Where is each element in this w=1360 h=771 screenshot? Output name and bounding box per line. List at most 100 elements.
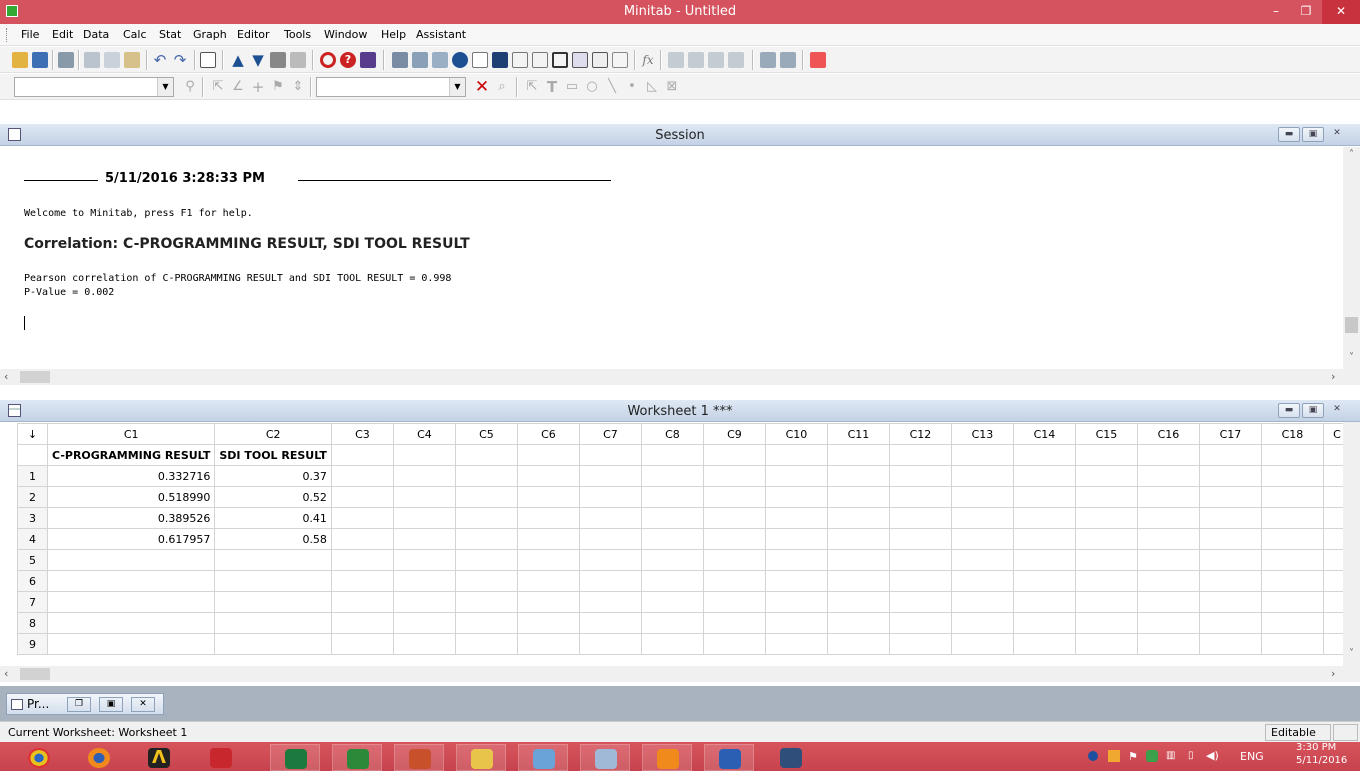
data-cell[interactable] xyxy=(1260,570,1324,592)
session-maximize-button[interactable]: ▣ xyxy=(1302,127,1324,142)
column-name-cell[interactable] xyxy=(826,444,890,466)
data-cell[interactable] xyxy=(950,612,1014,634)
battery-icon[interactable]: ▯ xyxy=(1188,750,1194,761)
column-name-cell[interactable] xyxy=(1136,444,1200,466)
menu-edit[interactable]: Edit xyxy=(52,28,73,41)
data-cell[interactable] xyxy=(1198,570,1262,592)
data-cell[interactable] xyxy=(764,633,828,655)
data-cell[interactable] xyxy=(578,549,642,571)
minimized-maximize-button[interactable]: ▣ xyxy=(99,697,123,712)
data-cell[interactable] xyxy=(826,633,890,655)
data-cell[interactable] xyxy=(1012,612,1076,634)
data-cell[interactable] xyxy=(950,633,1014,655)
data-cell[interactable] xyxy=(1136,486,1200,508)
data-cell[interactable] xyxy=(1012,549,1076,571)
data-cell[interactable] xyxy=(454,507,518,529)
data-cell-c2[interactable] xyxy=(214,633,332,655)
move-columns-icon[interactable] xyxy=(708,52,724,68)
data-cell[interactable] xyxy=(764,528,828,550)
paste-icon[interactable] xyxy=(124,52,140,68)
data-cell-c2[interactable]: 0.37 xyxy=(214,465,332,487)
data-cell[interactable] xyxy=(1198,486,1262,508)
data-cell[interactable] xyxy=(640,486,704,508)
data-cell-c2[interactable]: 0.41 xyxy=(214,507,332,529)
taskbar-project[interactable] xyxy=(766,744,816,771)
data-cell[interactable] xyxy=(826,612,890,634)
data-cell-c1[interactable] xyxy=(46,633,216,655)
data-cell[interactable] xyxy=(392,570,456,592)
data-cell[interactable] xyxy=(1012,465,1076,487)
data-cell[interactable] xyxy=(516,591,580,613)
data-cell[interactable] xyxy=(764,465,828,487)
data-cell-c1[interactable] xyxy=(46,549,216,571)
data-cell[interactable] xyxy=(1260,486,1324,508)
data-cell[interactable] xyxy=(330,633,394,655)
menu-tools[interactable]: Tools xyxy=(284,28,311,41)
column-name-cell[interactable] xyxy=(516,444,580,466)
taskbar-app[interactable]: Λ xyxy=(134,744,184,771)
data-cell[interactable] xyxy=(1260,612,1324,634)
taskbar-firefox[interactable] xyxy=(74,744,124,771)
data-cell[interactable] xyxy=(826,507,890,529)
close-x-icon[interactable]: ✕ xyxy=(474,79,490,96)
data-cell[interactable] xyxy=(1012,591,1076,613)
data-cell[interactable] xyxy=(578,465,642,487)
data-cell[interactable] xyxy=(516,486,580,508)
taskbar-word[interactable] xyxy=(704,744,754,771)
data-cell[interactable] xyxy=(454,633,518,655)
menu-file[interactable]: File xyxy=(21,28,39,41)
row-number[interactable]: 6 xyxy=(17,570,48,592)
data-cell[interactable] xyxy=(764,507,828,529)
network-icon[interactable]: ▥ xyxy=(1166,750,1175,761)
data-cell[interactable] xyxy=(454,528,518,550)
column-name-cell[interactable] xyxy=(330,444,394,466)
data-cell[interactable] xyxy=(392,507,456,529)
column-header[interactable]: C2 xyxy=(214,423,332,445)
worksheet-hscroll-thumb[interactable] xyxy=(20,668,50,680)
column-header[interactable]: C3 xyxy=(330,423,394,445)
data-cell[interactable] xyxy=(1012,486,1076,508)
menu-window[interactable]: Window xyxy=(324,28,367,41)
menu-data[interactable]: Data xyxy=(83,28,109,41)
column-header[interactable]: C18 xyxy=(1260,423,1324,445)
graph-window-icon[interactable] xyxy=(552,52,568,68)
data-cell[interactable] xyxy=(1074,591,1138,613)
close-button[interactable]: ✕ xyxy=(1322,0,1360,24)
data-cell[interactable] xyxy=(702,612,766,634)
taskbar-app2[interactable] xyxy=(518,744,568,771)
print-icon[interactable] xyxy=(58,52,74,68)
data-cell[interactable] xyxy=(1136,612,1200,634)
formula-icon[interactable]: fx xyxy=(640,52,656,68)
data-cell[interactable] xyxy=(888,486,952,508)
data-cell[interactable] xyxy=(516,528,580,550)
minimized-restore-button[interactable]: ❐ xyxy=(67,697,91,712)
row-number[interactable]: 2 xyxy=(17,486,48,508)
data-cell[interactable] xyxy=(1074,486,1138,508)
find-replace-icon[interactable] xyxy=(290,52,306,68)
column-header[interactable]: C13 xyxy=(950,423,1014,445)
scroll-up-icon[interactable]: ˄ xyxy=(1343,149,1360,160)
data-cell[interactable] xyxy=(578,486,642,508)
graph-item-combo[interactable]: ▼ xyxy=(14,77,174,97)
data-cell[interactable] xyxy=(764,549,828,571)
data-cell[interactable] xyxy=(1136,528,1200,550)
data-cell[interactable] xyxy=(702,633,766,655)
data-cell[interactable] xyxy=(392,549,456,571)
session-window-icon[interactable] xyxy=(392,52,408,68)
data-cell[interactable] xyxy=(764,612,828,634)
find-icon[interactable] xyxy=(270,52,286,68)
data-cell[interactable] xyxy=(1012,507,1076,529)
row-number[interactable]: 8 xyxy=(17,612,48,634)
data-cell[interactable] xyxy=(1074,549,1138,571)
data-cell[interactable] xyxy=(454,612,518,634)
taskbar-excel[interactable] xyxy=(270,744,320,771)
data-cell[interactable] xyxy=(392,612,456,634)
data-cell[interactable] xyxy=(1260,549,1324,571)
data-cell[interactable] xyxy=(1074,465,1138,487)
worksheet-vertical-scrollbar[interactable]: ˅ xyxy=(1343,422,1360,666)
data-cell[interactable] xyxy=(888,507,952,529)
data-cell[interactable] xyxy=(888,465,952,487)
data-cell[interactable] xyxy=(516,507,580,529)
new-window-icon[interactable] xyxy=(200,52,216,68)
data-cell[interactable] xyxy=(1260,591,1324,613)
